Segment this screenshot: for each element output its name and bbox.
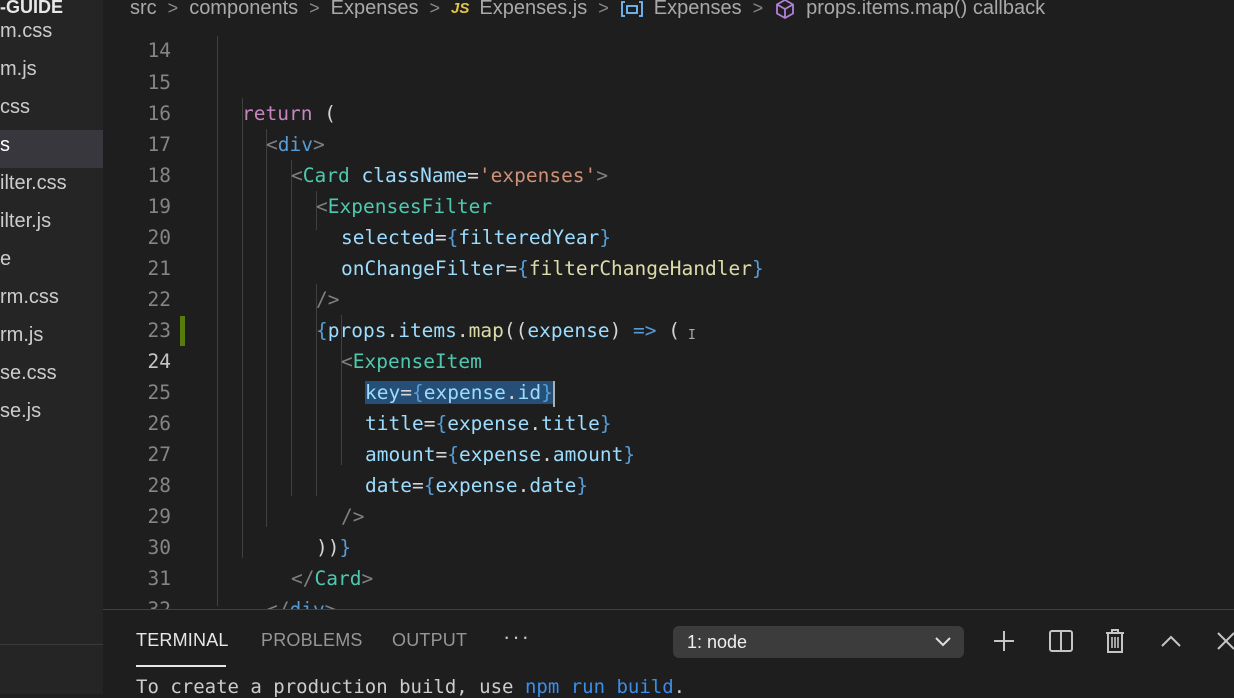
terminal-text: To create a production build, use [136,676,525,698]
panel-tab-bar: TERMINAL PROBLEMS OUTPUT ··· 1: node [103,610,1234,668]
file-list: m.css m.js css s ilter.css ilter.js e rm… [0,16,103,434]
breadcrumb-label: src [130,0,157,19]
code-line: 23 <ExpenseItem [103,284,1234,373]
tab-terminal[interactable]: TERMINAL [136,630,229,651]
mouse-ibeam-cursor: I [688,328,696,343]
code-editor[interactable]: 14 15 return ( 16 <div> 17 <Card classNa… [103,24,1234,609]
breadcrumb-label: components [189,0,299,19]
split-terminal-icon[interactable] [1048,628,1074,654]
terminal-output[interactable]: To create a production build, use npm ru… [136,676,685,698]
code-line: 25 title={expense.title} [103,346,1234,435]
breadcrumb-item-expenses-symbol[interactable]: Expenses [620,0,742,20]
file-item[interactable]: m.css [0,16,103,54]
active-tab-indicator [136,665,226,667]
code-line: 32 ); [103,563,1234,609]
terminal-text: . [673,676,686,698]
code-line: 31 </div> [103,532,1234,609]
file-item[interactable]: se.css [0,358,103,396]
code-line: 33 }; [103,594,1234,609]
chevron-right-icon: > [167,0,179,18]
breadcrumb-item-expenses-folder[interactable]: Expenses [331,0,419,20]
sidebar-divider [0,644,103,645]
code-line: 29 ))} [103,470,1234,559]
file-item[interactable]: se.js [0,396,103,434]
file-item[interactable]: e [0,244,103,282]
file-item[interactable]: ilter.js [0,206,103,244]
code-line: 28 /> [103,439,1234,528]
more-actions-icon[interactable]: ··· [503,624,531,650]
breadcrumb-label: Expenses.js [479,0,588,19]
bottom-panel: TERMINAL PROBLEMS OUTPUT ··· 1: node To … [103,609,1234,698]
code-line: 17 <Card className='expenses'> [103,98,1234,187]
code-line: 14 [103,24,1234,62]
breadcrumb-label: Expenses [330,0,419,19]
code-line: 27 date={expense.date} [103,408,1234,497]
tab-output[interactable]: OUTPUT [392,630,467,651]
breadcrumb: src > components > Expenses > JS Expense… [103,0,1234,24]
trash-icon[interactable] [1102,628,1128,654]
terminal-selector-dropdown[interactable]: 1: node [673,626,964,658]
breadcrumb-item-map-callback[interactable]: props.items.map() callback [774,0,1045,20]
file-item[interactable]: m.js [0,54,103,92]
file-item[interactable]: rm.css [0,282,103,320]
chevron-right-icon: > [309,0,320,18]
symbol-variable-icon [620,0,644,18]
code-line: 19 selected={filteredYear} [103,160,1234,249]
chevron-right-icon: > [598,0,609,18]
code-line: 18 <ExpensesFilter [103,129,1234,218]
tab-problems[interactable]: PROBLEMS [261,630,363,651]
code-line-current: 24 key={expense.id} [103,315,1234,407]
close-panel-icon[interactable] [1213,628,1234,654]
chevron-right-icon: > [752,0,764,18]
breadcrumb-label: Expenses [653,0,742,19]
file-item-active[interactable]: s [0,130,103,168]
terminal-selector-value: 1: node [687,632,748,652]
code-line: 21 /> [103,222,1234,311]
maximize-panel-icon[interactable] [1158,628,1184,654]
file-item[interactable]: ilter.css [0,168,103,206]
explorer-sidebar: -GUIDE m.css m.js css s ilter.css ilter.… [0,0,103,694]
breadcrumb-item-src[interactable]: src [130,0,157,20]
terminal-command: npm run build [524,676,674,698]
breadcrumb-item-components[interactable]: components [189,0,298,20]
chevron-right-icon: > [429,0,441,18]
symbol-method-icon [774,0,796,20]
code-line: 30 </Card> [103,501,1234,590]
add-terminal-icon[interactable] [991,628,1017,654]
breadcrumb-item-expenses-file[interactable]: JS Expenses.js [451,0,587,20]
code-line: 20 onChangeFilter={filterChangeHandler} [103,191,1234,280]
code-line: 16 <div> [103,67,1234,156]
chevron-down-icon [934,626,952,658]
js-file-icon: JS [451,0,470,17]
file-item[interactable]: css [0,92,103,130]
code-line: 15 return ( [103,36,1234,125]
file-item[interactable]: rm.js [0,320,103,358]
code-line: 26 amount={expense.amount} [103,377,1234,466]
code-line: 22 {props.items.map((expense) => ( [103,253,1234,342]
breadcrumb-label: props.items.map() callback [806,0,1046,19]
